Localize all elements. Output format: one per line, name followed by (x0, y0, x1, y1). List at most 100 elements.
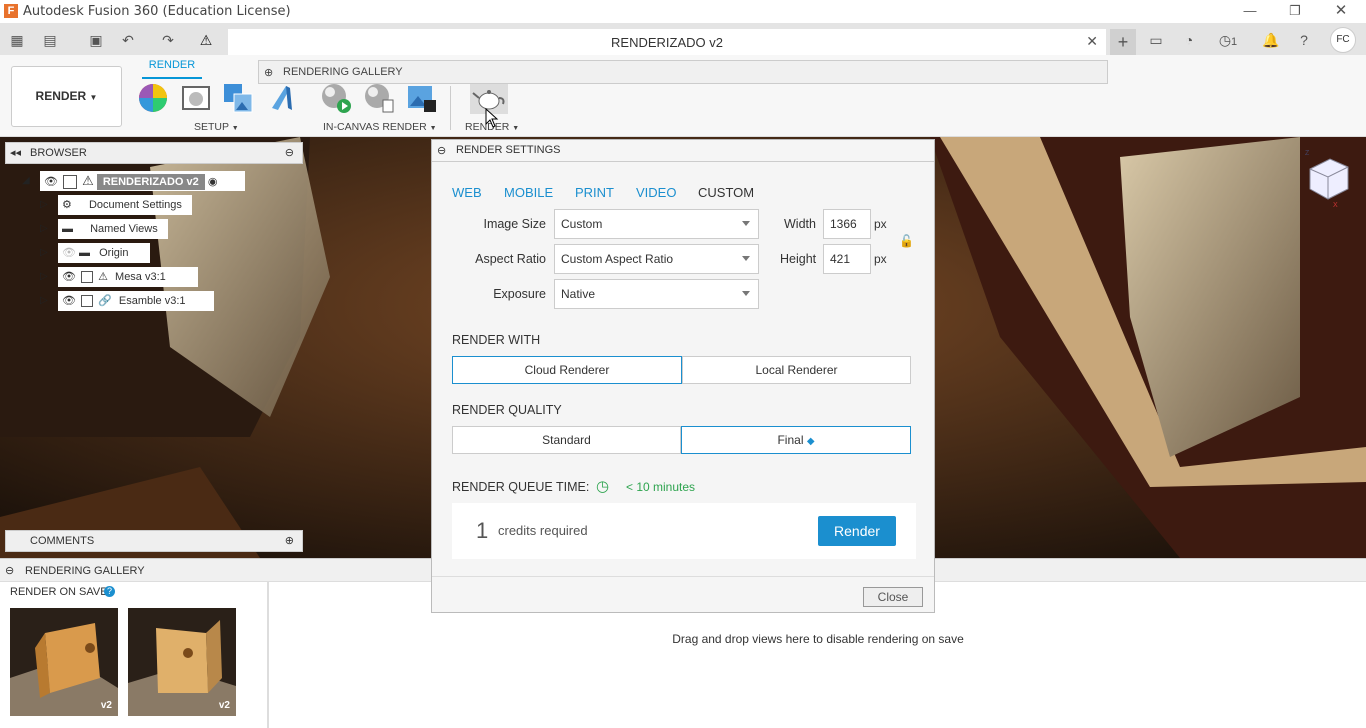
expand-arrow-icon[interactable]: ▷ (40, 296, 50, 306)
notifications-icon[interactable]: 🔔 (1261, 31, 1281, 49)
render-button[interactable]: Render (818, 516, 896, 546)
browser-item-named-views[interactable]: ▬ Named Views (58, 219, 168, 239)
expand-arrow-icon[interactable]: ▷ (40, 224, 50, 234)
window-title: Autodesk Fusion 360 (Education License) (23, 4, 291, 19)
browser-item-label: Mesa v3:1 (115, 271, 166, 283)
file-icon[interactable]: ▤ (40, 31, 60, 49)
exposure-label: Exposure (493, 287, 546, 301)
width-input[interactable]: 1366 (823, 209, 871, 239)
aspect-ratio-select[interactable]: Custom Aspect Ratio (554, 244, 759, 274)
minus-icon[interactable]: ⊖ (5, 564, 14, 577)
in-canvas-render-group-label[interactable]: IN-CANVAS RENDER ▼ (323, 121, 437, 133)
gallery-divider[interactable] (267, 582, 269, 728)
grid-menu-icon[interactable]: ▦ (7, 31, 27, 49)
standard-quality-option[interactable]: Standard (452, 426, 681, 454)
appearance-icon[interactable] (137, 82, 169, 114)
preset-print[interactable]: PRINT (575, 185, 614, 200)
undo-icon[interactable]: ↶ (118, 31, 138, 49)
image-size-value: Custom (561, 217, 603, 231)
unlock-icon[interactable]: 🔓 (899, 234, 914, 248)
browser-item-document-settings[interactable]: ⚙ Document Settings (58, 195, 192, 215)
final-quality-option[interactable]: Final ◆ (681, 426, 911, 454)
in-canvas-settings-icon[interactable] (363, 82, 395, 114)
exposure-select[interactable]: Native (554, 279, 759, 309)
minus-icon[interactable]: ⊖ (285, 146, 294, 159)
scene-settings-icon[interactable] (180, 82, 212, 114)
gear-icon: ⚙ (62, 199, 72, 211)
final-quality-label: Final (777, 433, 804, 447)
close-tab-icon[interactable]: ✕ (1086, 33, 1098, 50)
group-divider (450, 86, 451, 130)
job-status[interactable]: ◷1 (1213, 31, 1243, 49)
preset-custom[interactable]: CUSTOM (698, 185, 754, 200)
comments-title: COMMENTS (30, 535, 95, 547)
browser-item-mesa[interactable]: 👁 ⚠ Mesa v3:1 (58, 267, 198, 287)
rendering-gallery-bar[interactable]: ⊕ RENDERING GALLERY (258, 60, 1108, 84)
setup-group-label[interactable]: SETUP ▼ (194, 121, 239, 133)
tab-underline (142, 77, 202, 79)
radio-active-icon[interactable]: ◉ (208, 176, 218, 188)
eye-icon[interactable]: 👁 (62, 295, 76, 307)
expand-arrow-icon[interactable]: ▷ (40, 200, 50, 210)
cloud-renderer-option[interactable]: Cloud Renderer (452, 356, 682, 384)
in-canvas-render-icon[interactable] (320, 82, 352, 114)
extensions-icon[interactable]: ◔ (1179, 31, 1199, 49)
close-window-icon[interactable]: ✕ (1331, 2, 1351, 20)
capture-image-icon[interactable] (406, 82, 438, 114)
component-icon (81, 295, 94, 308)
browser-header[interactable]: ◂◂ BROWSER ⊖ (5, 142, 303, 164)
local-renderer-option[interactable]: Local Renderer (682, 356, 911, 384)
save-icon[interactable]: ▣ (86, 31, 106, 49)
svg-text:X: X (1333, 202, 1338, 209)
plus-icon[interactable]: ⊕ (264, 66, 273, 79)
height-input[interactable]: 421 (823, 244, 871, 274)
eye-icon[interactable]: 👁 (44, 176, 58, 188)
title-bar: F Autodesk Fusion 360 (Education License… (0, 0, 1366, 23)
restore-icon[interactable]: ❐ (1285, 2, 1305, 20)
image-size-select[interactable]: Custom (554, 209, 759, 239)
close-button[interactable]: Close (863, 587, 923, 607)
queue-time-value: < 10 minutes (626, 480, 696, 494)
eye-icon[interactable]: 👁 (62, 271, 76, 283)
collapse-icon[interactable]: ◂◂ (10, 146, 21, 159)
preset-web[interactable]: WEB (452, 185, 482, 200)
drop-hint: Drag and drop views here to disable rend… (672, 632, 964, 646)
viewcube-icon[interactable]: Z X (1300, 149, 1356, 209)
plus-icon[interactable]: ⊕ (285, 534, 294, 547)
eye-hidden-icon[interactable]: 👁 (62, 247, 76, 259)
comments-panel-header[interactable]: COMMENTS ⊕ (5, 530, 303, 552)
workspace-switcher[interactable]: RENDER ▼ (11, 66, 122, 127)
browser-root-label: RENDERIZADO v2 (96, 174, 205, 190)
expand-arrow-icon[interactable]: ▷ (40, 272, 50, 282)
help-icon[interactable]: ? (1294, 31, 1314, 49)
chevron-down-icon: ▼ (89, 93, 98, 102)
new-tab-icon[interactable]: + (1110, 29, 1136, 55)
mouse-cursor-icon (485, 108, 499, 128)
credits-text: credits required (498, 523, 588, 538)
render-settings-header[interactable]: ⊖ RENDER SETTINGS (432, 140, 934, 162)
browser-item-esamble[interactable]: 👁 🔗 Esamble v3:1 (58, 291, 214, 311)
comments-icon[interactable]: ▭ (1146, 31, 1166, 49)
browser-title: BROWSER (30, 147, 87, 159)
help-icon[interactable]: ? (104, 586, 115, 597)
document-tab[interactable]: RENDERIZADO v2 ✕ (228, 29, 1106, 55)
minimize-icon[interactable]: — (1240, 2, 1260, 20)
fusion-app-icon: F (4, 4, 18, 18)
chevron-down-icon (742, 256, 750, 261)
browser-item-origin[interactable]: 👁 ▬ Origin (58, 243, 150, 263)
preset-mobile[interactable]: MOBILE (504, 185, 553, 200)
gallery-thumbnail[interactable]: v2 (10, 608, 118, 716)
gallery-thumbnail[interactable]: v2 (128, 608, 236, 716)
warning-icon: ⚠ (98, 271, 108, 283)
avatar[interactable]: FC (1330, 27, 1356, 53)
decal-icon[interactable] (266, 82, 298, 114)
texture-map-icon[interactable] (222, 82, 254, 114)
redo-icon[interactable]: ↷ (158, 31, 178, 49)
minus-icon[interactable]: ⊖ (437, 144, 446, 157)
tab-render[interactable]: RENDER (142, 59, 202, 71)
expand-arrow-icon[interactable]: ◢ (22, 176, 32, 186)
browser-root-node[interactable]: 👁 ⚠ RENDERIZADO v2 ◉ (40, 171, 245, 191)
expand-arrow-icon[interactable]: ▷ (40, 248, 50, 258)
warning-icon[interactable]: ⚠ (196, 31, 216, 49)
preset-video[interactable]: VIDEO (636, 185, 676, 200)
